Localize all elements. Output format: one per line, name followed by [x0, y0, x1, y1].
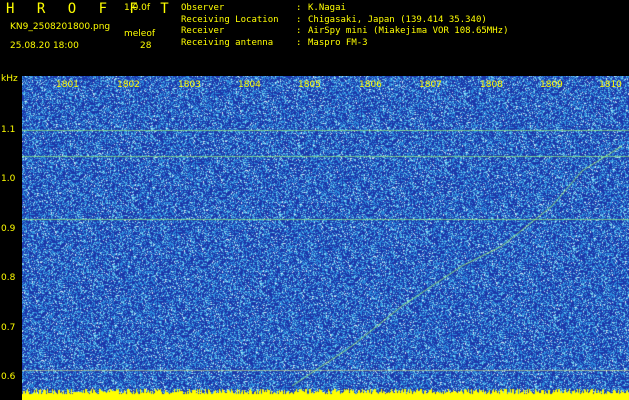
y-axis-unit: kHz — [1, 74, 18, 84]
meta-label: Observer — [181, 3, 225, 13]
x-tick-label: 1804 — [238, 80, 261, 90]
x-tick-label: 1809 — [540, 80, 563, 90]
y-tick-label: 1.0 — [1, 174, 16, 184]
meleof-value: 28 — [140, 41, 152, 51]
y-axis-panel — [0, 75, 22, 400]
x-tick-label: 1803 — [178, 80, 201, 90]
meta-separator: : — [296, 26, 302, 36]
meta-value: Chigasaki, Japan (139.414 35.340) — [308, 14, 487, 25]
y-tick-label: 1.1 — [1, 125, 16, 135]
x-tick-label: 1805 — [298, 80, 321, 90]
app-title: H R O F F T — [6, 1, 176, 17]
meta-row-location: Receiving Location: Chigasaki, Japan (139… — [181, 15, 508, 27]
metadata-block: Observer: K.Nagai Receiving Location: Chig… — [181, 3, 508, 49]
header-panel: H R O F F T 1.0.0f KN9_2508201800.png me… — [0, 0, 629, 75]
meta-row-observer: Observer: K.Nagai — [181, 3, 508, 15]
y-tick-label: 0.7 — [1, 323, 16, 333]
version-label: 1.0.0f — [124, 3, 151, 13]
meta-value: AirSpy mini (Miakejima VOR 108.65MHz) — [308, 26, 509, 36]
x-tick-label: 1810 — [599, 80, 622, 90]
meta-value: Maspro FM-3 — [308, 37, 368, 48]
x-tick-label: 1808 — [480, 80, 503, 90]
meta-label: Receiving Location — [181, 14, 279, 25]
meta-separator: : — [296, 37, 302, 48]
y-tick-label: 0.6 — [1, 372, 16, 382]
x-tick-label: 1802 — [117, 80, 140, 90]
meta-label: Receiving antenna — [181, 37, 274, 48]
meleof-label: meleof — [124, 29, 156, 39]
meta-separator: : — [296, 14, 302, 25]
meta-row-receiver: Receiver: AirSpy mini (Miakejima VOR 108.… — [181, 26, 508, 38]
datetime-label: 25.08.20 18:00 — [10, 41, 79, 51]
meta-label: Receiver — [181, 26, 225, 36]
meta-value: K.Nagai — [308, 3, 346, 13]
x-tick-label: 1806 — [359, 80, 382, 90]
y-tick-label: 0.9 — [1, 224, 16, 234]
x-tick-label: 1801 — [56, 80, 79, 90]
spectrogram-canvas — [22, 76, 629, 400]
meta-row-antenna: Receiving antenna: Maspro FM-3 — [181, 38, 508, 50]
spectrogram — [22, 76, 629, 400]
y-tick-label: 0.8 — [1, 273, 16, 283]
file-name: KN9_2508201800.png — [10, 22, 111, 32]
x-tick-label: 1807 — [419, 80, 442, 90]
meta-separator: : — [296, 3, 302, 13]
